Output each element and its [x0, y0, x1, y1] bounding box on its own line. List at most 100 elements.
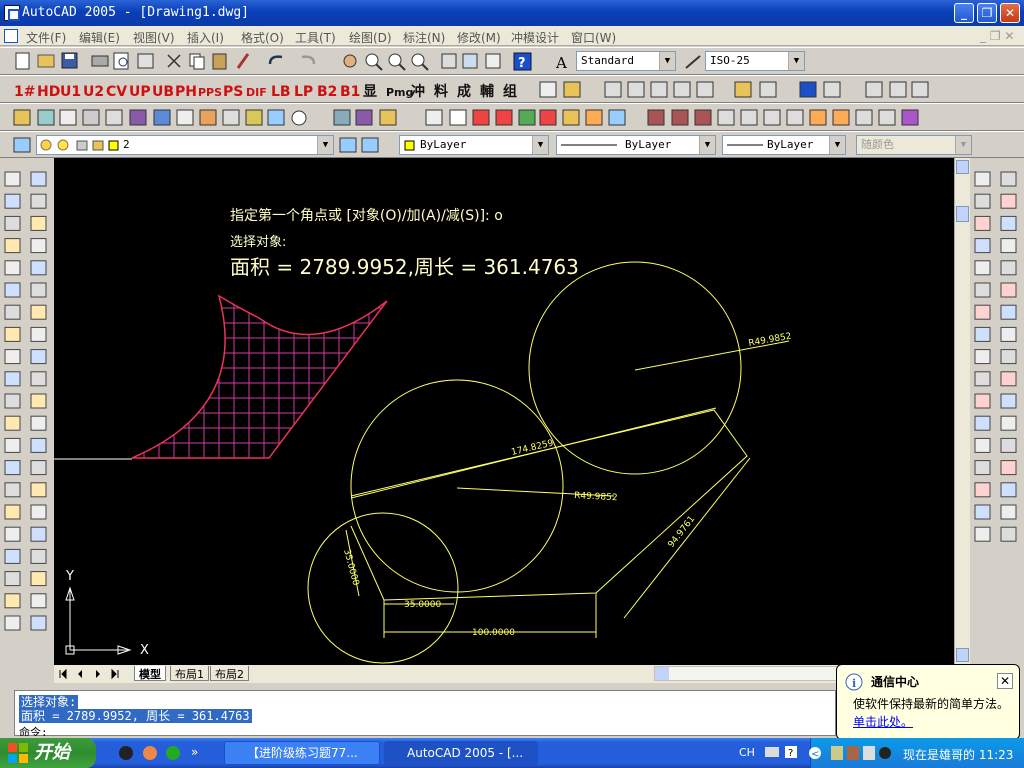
linetype-select[interactable]: ByLayer ▼ — [556, 135, 716, 155]
tool-ad-icon[interactable] — [763, 109, 781, 126]
rightbar-tool-icon-0-8[interactable] — [974, 349, 991, 365]
command-prompt[interactable]: 命令: — [19, 724, 48, 736]
leftbar-tool-icon-0-3[interactable] — [4, 238, 21, 254]
tray-expand-icon[interactable]: < — [809, 747, 821, 760]
color-select[interactable]: ByLayer ▼ — [399, 135, 549, 155]
undo-icon[interactable] — [268, 55, 283, 65]
quicklaunch-more-icon[interactable]: » — [191, 745, 198, 759]
tool-s-icon[interactable] — [495, 109, 513, 126]
leftbar-tool-icon-0-15[interactable] — [4, 504, 21, 520]
custom-button-1[interactable]: HD — [37, 84, 60, 100]
vertical-scrollbar[interactable] — [954, 158, 970, 665]
leftbar-tool-icon-1-10[interactable] — [30, 393, 47, 409]
custom-button-19[interactable]: 成 — [457, 83, 471, 100]
leftbar-tool-icon-0-7[interactable] — [4, 326, 21, 342]
text-style-select[interactable]: Standard ▼ — [576, 51, 676, 71]
scroll-left-icon[interactable] — [655, 667, 669, 680]
layer-manager-icon[interactable] — [13, 137, 31, 153]
paste-icon[interactable] — [212, 53, 227, 70]
tool-r-icon[interactable] — [472, 109, 490, 126]
tray-icon-1[interactable] — [831, 746, 843, 760]
leftbar-tool-icon-0-8[interactable] — [4, 349, 21, 365]
make-current-layer-icon[interactable] — [339, 137, 357, 153]
leftbar-tool-icon-0-0[interactable] — [4, 171, 21, 187]
leftbar-tool-icon-1-7[interactable] — [30, 326, 47, 342]
leftbar-tool-icon-0-18[interactable] — [4, 571, 21, 587]
tool-l-icon[interactable] — [267, 109, 285, 126]
custom-button-15[interactable]: 显 — [363, 84, 377, 100]
leftbar-tool-icon-0-6[interactable] — [4, 304, 21, 320]
doc-minimize-icon[interactable]: _ ❐ ✕ — [980, 29, 1014, 43]
custom-button-14[interactable]: B1 — [340, 84, 360, 100]
help-tray-icon[interactable]: ? — [785, 746, 797, 759]
leftbar-tool-icon-0-12[interactable] — [4, 437, 21, 453]
rightbar-tool-icon-1-12[interactable] — [1000, 437, 1017, 453]
tool-b-icon[interactable] — [37, 109, 55, 126]
leftbar-tool-icon-0-14[interactable] — [4, 482, 21, 498]
menu-edit[interactable]: 编辑(E) — [79, 29, 120, 46]
custom-button-8[interactable]: PPS — [198, 86, 222, 99]
dim-style-icon[interactable] — [685, 55, 701, 69]
leftbar-tool-icon-1-16[interactable] — [30, 526, 47, 542]
zoom-window-icon[interactable] — [388, 53, 406, 71]
custom-button-2[interactable]: U1 — [60, 84, 81, 100]
tab-layout2[interactable]: 布局2 — [210, 666, 249, 681]
tool-ag-icon[interactable] — [832, 109, 850, 126]
leftbar-tool-icon-1-4[interactable] — [30, 260, 47, 276]
custom-button-13[interactable]: B2 — [317, 84, 337, 100]
text-style-icon[interactable]: A — [555, 54, 567, 72]
tool-ac-icon[interactable] — [740, 109, 758, 126]
toolbar-tool-icon-7[interactable] — [734, 81, 752, 98]
custom-button-0[interactable]: 1# — [14, 84, 35, 100]
publish-icon[interactable] — [137, 53, 154, 69]
leftbar-tool-icon-1-11[interactable] — [30, 415, 47, 431]
leftbar-tool-icon-0-11[interactable] — [4, 415, 21, 431]
drawing-canvas[interactable]: 指定第一个角点或 [对象(O)/加(A)/减(S)]: o 选择对象: 面积 =… — [54, 158, 954, 665]
quicklaunch-play-icon[interactable] — [166, 746, 180, 760]
last-tab-icon[interactable] — [111, 668, 119, 680]
tool-e-icon[interactable] — [105, 109, 123, 126]
leftbar-tool-icon-0-16[interactable] — [4, 526, 21, 542]
tool-ah-icon[interactable] — [855, 109, 873, 126]
tool-h-icon[interactable] — [176, 109, 194, 126]
toolbar-tool-icon-12[interactable] — [889, 81, 907, 98]
next-tab-icon[interactable] — [96, 670, 100, 678]
autocad-app-icon[interactable] — [4, 5, 20, 21]
command-window[interactable]: 选择对象: 面积 = 2789.9952, 周长 = 361.4763 命令: — [14, 690, 836, 736]
print-preview-icon[interactable] — [113, 52, 129, 70]
custom-button-9[interactable]: PS — [223, 84, 243, 100]
menu-format[interactable]: 格式(O) — [241, 29, 284, 46]
rightbar-tool-icon-1-10[interactable] — [1000, 393, 1017, 409]
tray-qq-icon[interactable] — [879, 747, 891, 759]
rightbar-tool-icon-1-11[interactable] — [1000, 415, 1017, 431]
rightbar-tool-icon-0-2[interactable] — [974, 215, 991, 231]
toolbar-tool-icon-0[interactable] — [539, 81, 557, 98]
leftbar-tool-icon-0-1[interactable] — [4, 193, 21, 209]
tool-aj-icon[interactable] — [901, 109, 919, 126]
rightbar-tool-icon-1-2[interactable] — [1000, 215, 1017, 231]
circle-middle[interactable] — [350, 379, 564, 593]
tool-t-icon[interactable] — [518, 109, 536, 126]
tool-i-icon[interactable] — [199, 109, 217, 126]
chevron-down-icon[interactable]: ▼ — [659, 52, 675, 70]
tool-aa-icon[interactable] — [694, 109, 712, 126]
rightbar-tool-icon-1-6[interactable] — [1000, 304, 1017, 320]
tool-g-icon[interactable] — [153, 109, 171, 126]
tool-k-icon[interactable] — [245, 109, 263, 126]
rightbar-tool-icon-0-5[interactable] — [974, 282, 991, 298]
first-tab-icon[interactable] — [59, 668, 67, 680]
notification-close-icon[interactable]: ✕ — [997, 673, 1013, 689]
rightbar-tool-icon-0-7[interactable] — [974, 326, 991, 342]
toolbar-tool-icon-10[interactable] — [823, 81, 841, 98]
rightbar-tool-icon-1-9[interactable] — [1000, 371, 1017, 387]
leftbar-tool-icon-0-2[interactable] — [4, 215, 21, 231]
tool-p-icon[interactable] — [425, 109, 443, 126]
rightbar-tool-icon-0-6[interactable] — [974, 304, 991, 320]
tool-c-icon[interactable] — [59, 109, 77, 126]
leftbar-tool-icon-1-15[interactable] — [30, 504, 47, 520]
toolbar-tool-icon-1[interactable] — [563, 81, 581, 98]
leftbar-tool-icon-0-19[interactable] — [4, 593, 21, 609]
custom-button-11[interactable]: LB — [271, 84, 291, 100]
redo-icon[interactable] — [301, 55, 316, 65]
start-button[interactable]: 开始 — [0, 738, 96, 768]
